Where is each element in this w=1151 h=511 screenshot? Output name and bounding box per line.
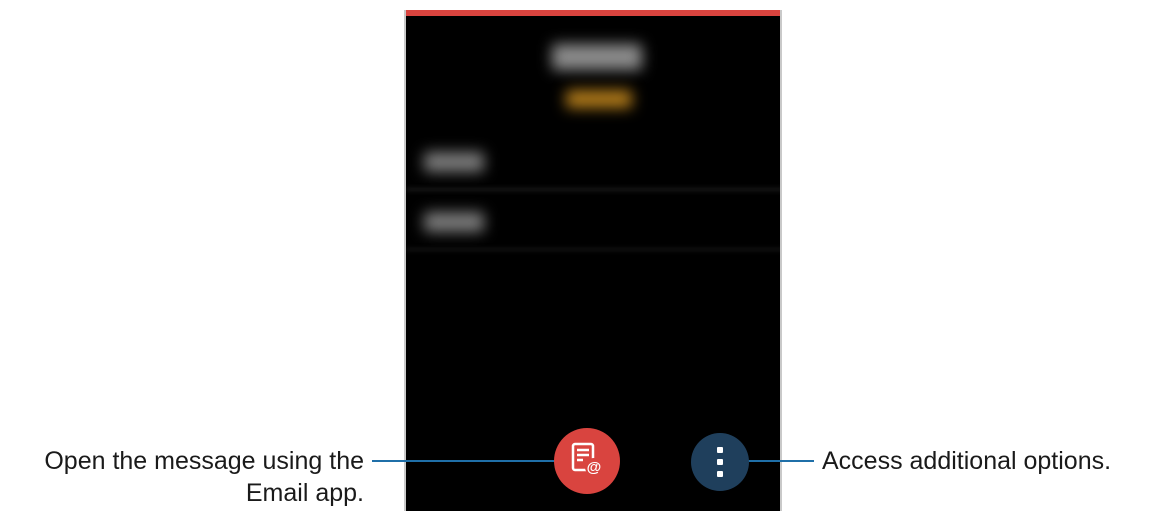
illustration: @ Open the message using the Email app. … <box>0 0 1151 511</box>
callout-leader-line <box>740 460 814 462</box>
callout-text: Email app. <box>245 479 364 507</box>
blurred-message-row <box>424 152 484 172</box>
callout-open-email: Open the message using the Email app. <box>4 445 364 509</box>
callout-more-options: Access additional options. <box>822 445 1111 477</box>
email-app-icon: @ <box>570 441 604 481</box>
row-divider <box>406 248 780 251</box>
row-divider <box>406 188 780 191</box>
callout-text: Open the message using the <box>44 447 364 475</box>
blurred-sender-name <box>552 44 642 70</box>
svg-text:@: @ <box>587 459 602 476</box>
open-in-email-button[interactable]: @ <box>554 428 620 494</box>
status-accent-bar <box>406 10 780 16</box>
callout-leader-line <box>372 460 560 462</box>
more-options-icon <box>717 447 723 477</box>
blurred-timestamp <box>566 90 632 108</box>
blurred-message-row <box>424 212 484 232</box>
more-options-button[interactable] <box>691 433 749 491</box>
callout-text: Access additional options. <box>822 447 1112 475</box>
